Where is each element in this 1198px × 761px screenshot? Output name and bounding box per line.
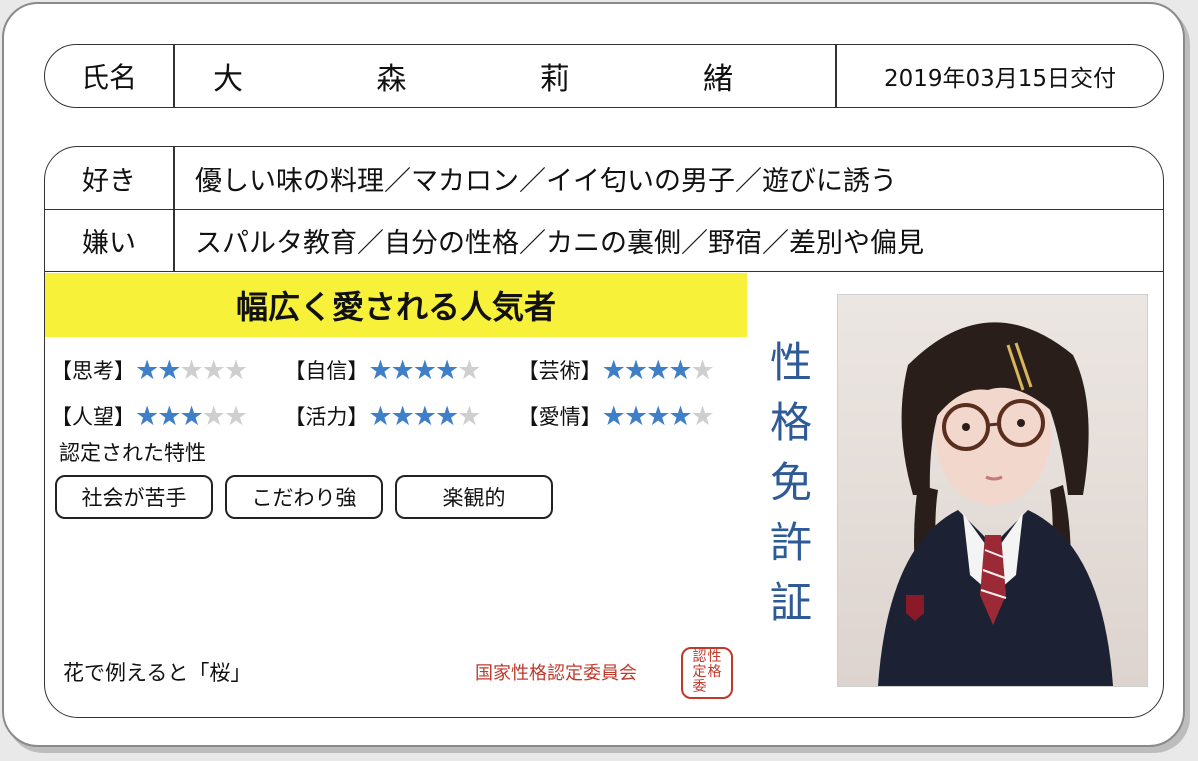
star-icon: ★ xyxy=(434,354,459,386)
seal-char: 定 xyxy=(692,664,707,680)
rating-label: 【人望】 xyxy=(51,405,135,429)
title-char: 証 xyxy=(769,578,812,627)
name-char: 莉 xyxy=(539,62,570,97)
rating-label: 【愛情】 xyxy=(517,405,602,429)
star-icon: ★ xyxy=(179,400,203,432)
rating-item: 【愛情】 ★ ★ ★ ★ ★ xyxy=(518,401,751,431)
name-row: 氏名 大 森 莉 緒 2019年03月15日交付 xyxy=(44,44,1164,108)
star-icon: ★ xyxy=(390,400,415,432)
rating-item: 【芸術】 ★ ★ ★ ★ ★ xyxy=(518,355,751,385)
divider xyxy=(173,147,175,209)
title-char: 格 xyxy=(769,398,812,447)
ratings-grid: 【思考】 ★ ★ ★ ★ ★ 【自信】 ★ ★ ★ ★ ★ 【芸術】 ★ ★ ★ ★ ★ 【人望】 ★ ★… xyxy=(51,347,751,439)
star-icon: ★ xyxy=(457,400,481,432)
star-icon: ★ xyxy=(690,354,715,386)
rating-line: 【思考】 ★ ★ ★ ★ ★ 【自信】 ★ ★ ★ ★ ★ 【芸術】 ★ ★ ★ ★ ★ xyxy=(51,347,751,393)
star-icon: ★ xyxy=(157,354,181,386)
star-icon: ★ xyxy=(690,400,715,432)
star-rating: ★ ★ ★ ★ ★ xyxy=(601,354,715,386)
star-icon: ★ xyxy=(601,400,626,432)
traits-list: 社会が苦手 こだわり強 楽観的 xyxy=(55,475,553,519)
rating-item: 【思考】 ★ ★ ★ ★ ★ xyxy=(51,355,284,385)
name-char: 緒 xyxy=(702,62,733,97)
name-char: 森 xyxy=(376,62,407,97)
star-icon: ★ xyxy=(623,354,648,386)
star-icon: ★ xyxy=(646,354,670,386)
divider xyxy=(173,209,175,271)
star-icon: ★ xyxy=(412,400,437,432)
holder-name: 大 森 莉 緒 xyxy=(213,45,733,107)
star-icon: ★ xyxy=(668,354,692,386)
license-card: 氏名 大 森 莉 緒 2019年03月15日交付 好き 優しい味の料理／マカロン… xyxy=(2,2,1185,747)
seal-column: 認定委 xyxy=(693,650,707,697)
name-label: 氏名 xyxy=(80,61,137,94)
portrait-illustration xyxy=(838,295,1147,686)
flower-text: 花で例えると「桜」 xyxy=(63,661,252,685)
star-rating: ★ ★ ★ ★ ★ xyxy=(368,354,481,386)
seal-char: 格 xyxy=(707,664,722,680)
star-icon: ★ xyxy=(412,354,437,386)
dislikes-label: 嫌い xyxy=(82,227,136,259)
divider xyxy=(173,45,175,107)
name-char: 大 xyxy=(213,62,243,97)
star-rating: ★ ★ ★ ★ ★ xyxy=(368,400,481,432)
title-char: 免 xyxy=(769,458,812,507)
likes-label: 好き xyxy=(82,165,136,197)
star-rating: ★ ★ ★ ★ ★ xyxy=(135,400,248,432)
dislikes-text: スパルタ教育／自分の性格／カニの裏側／野宿／差別や偏見 xyxy=(195,227,924,259)
committee-name: 国家性格認定委員会 xyxy=(475,663,637,684)
trait-badge: 楽観的 xyxy=(395,475,553,519)
seal-stamp: 性格 認定委 xyxy=(681,647,733,699)
rating-item: 【自信】 ★ ★ ★ ★ ★ xyxy=(284,355,517,385)
seal-char: 性 xyxy=(707,649,722,665)
star-icon: ★ xyxy=(457,354,481,386)
likes-text: 優しい味の料理／マカロン／イイ匂いの男子／遊びに誘う xyxy=(195,165,897,197)
star-rating: ★ ★ ★ ★ ★ xyxy=(135,354,248,386)
star-rating: ★ ★ ★ ★ ★ xyxy=(601,400,715,432)
trait-badge: 社会が苦手 xyxy=(55,475,213,519)
seal-char: 認 xyxy=(692,649,707,665)
issue-date: 2019年03月15日交付 xyxy=(883,66,1117,92)
star-icon: ★ xyxy=(201,400,226,432)
rating-label: 【芸術】 xyxy=(517,359,602,383)
headline-banner: 幅広く愛される人気者 xyxy=(45,273,747,337)
dislikes-row: 嫌い スパルタ教育／自分の性格／カニの裏側／野宿／差別や偏見 xyxy=(45,209,1163,272)
star-icon: ★ xyxy=(646,400,670,432)
star-icon: ★ xyxy=(368,354,392,386)
star-icon: ★ xyxy=(179,354,203,386)
license-title: 性 格 免 許 証 xyxy=(763,333,819,633)
rating-label: 【思考】 xyxy=(51,359,135,383)
rating-line: 【人望】 ★ ★ ★ ★ ★ 【活力】 ★ ★ ★ ★ ★ 【愛情】 ★ ★ ★ ★ ★ xyxy=(51,393,751,439)
star-icon: ★ xyxy=(201,354,226,386)
seal-char: 委 xyxy=(692,679,707,695)
star-icon: ★ xyxy=(223,400,248,432)
star-icon: ★ xyxy=(668,400,692,432)
seal-column: 性格 xyxy=(708,650,722,697)
star-icon: ★ xyxy=(390,354,415,386)
portrait-photo xyxy=(838,295,1147,686)
star-icon: ★ xyxy=(223,354,248,386)
title-char: 許 xyxy=(769,518,812,567)
star-icon: ★ xyxy=(135,354,159,386)
trait-badge: こだわり強 xyxy=(225,475,383,519)
rating-item: 【活力】 ★ ★ ★ ★ ★ xyxy=(284,401,517,431)
rating-item: 【人望】 ★ ★ ★ ★ ★ xyxy=(51,401,284,431)
traits-title: 認定された特性 xyxy=(59,441,206,465)
star-icon: ★ xyxy=(157,400,181,432)
title-char: 性 xyxy=(769,338,812,387)
details-panel: 好き 優しい味の料理／マカロン／イイ匂いの男子／遊びに誘う 嫌い スパルタ教育／… xyxy=(44,146,1164,718)
star-icon: ★ xyxy=(368,400,392,432)
star-icon: ★ xyxy=(601,354,626,386)
rating-label: 【活力】 xyxy=(284,405,369,429)
star-icon: ★ xyxy=(434,400,459,432)
likes-row: 好き 優しい味の料理／マカロン／イイ匂いの男子／遊びに誘う xyxy=(45,147,1163,210)
rating-label: 【自信】 xyxy=(284,359,369,383)
star-icon: ★ xyxy=(623,400,648,432)
star-icon: ★ xyxy=(135,400,159,432)
